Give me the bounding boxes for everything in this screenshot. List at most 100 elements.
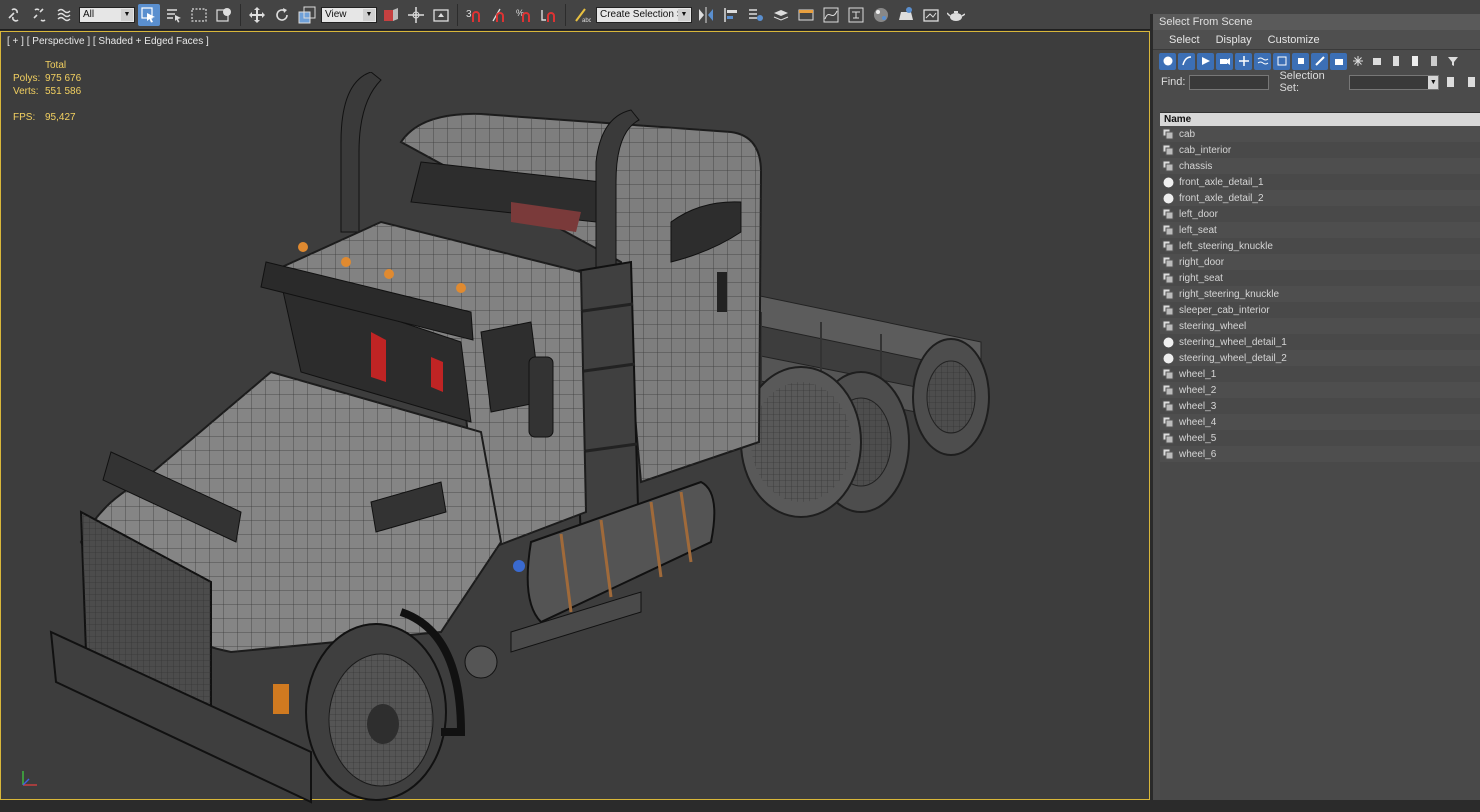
page-icon: [1447, 77, 1455, 87]
material-editor-button[interactable]: [870, 4, 892, 26]
display-all-button[interactable]: [1387, 53, 1404, 70]
list-item-label: cab_interior: [1179, 144, 1232, 156]
percent-snap-icon: %: [516, 8, 530, 22]
hidden-icon: [1372, 58, 1381, 65]
list-item[interactable]: left_steering_knuckle: [1160, 238, 1480, 254]
mesh-object-icon: [1162, 160, 1174, 172]
list-item[interactable]: right_seat: [1160, 270, 1480, 286]
filter-funnel-button[interactable]: [1444, 53, 1461, 70]
menu-customize[interactable]: Customize: [1260, 34, 1328, 46]
filter-lights-button[interactable]: [1197, 52, 1214, 70]
list-item[interactable]: steering_wheel_detail_2: [1160, 350, 1480, 366]
filter-frozen-button[interactable]: [1349, 53, 1366, 70]
list-item[interactable]: left_seat: [1160, 222, 1480, 238]
mesh-object-icon: [1162, 144, 1174, 156]
list-item[interactable]: cab: [1160, 126, 1480, 142]
select-manipulate-button[interactable]: [405, 4, 427, 26]
pivot-icon: [384, 7, 398, 21]
list-item[interactable]: wheel_4: [1160, 414, 1480, 430]
curve-editor-button[interactable]: [820, 4, 842, 26]
angle-snap-button[interactable]: [488, 4, 510, 26]
bone-icon: [1314, 56, 1325, 66]
selection-filter-dropdown[interactable]: All ▼: [79, 6, 135, 23]
stats-total-label: Total: [45, 60, 67, 71]
rotate-tool-button[interactable]: [271, 4, 293, 26]
edit-named-selection-button[interactable]: abc: [571, 4, 593, 26]
keyboard-shortcut-override-button[interactable]: [430, 4, 452, 26]
perspective-viewport[interactable]: [ + ] [ Perspective ] [ Shaded + Edged F…: [0, 31, 1150, 804]
sphere-object-icon: [1162, 336, 1174, 348]
select-object-button[interactable]: [138, 3, 160, 26]
filter-shapes-button[interactable]: [1178, 52, 1195, 70]
bind-spacewarp-button[interactable]: [54, 4, 76, 26]
select-by-name-button[interactable]: [163, 4, 185, 26]
toggle-layer-explorer-button[interactable]: [770, 4, 792, 26]
selection-set-dropdown[interactable]: ▼: [1348, 74, 1440, 90]
list-item[interactable]: chassis: [1160, 158, 1480, 174]
list-item[interactable]: sleeper_cab_interior: [1160, 302, 1480, 318]
list-item[interactable]: cab_interior: [1160, 142, 1480, 158]
menu-display[interactable]: Display: [1208, 34, 1260, 46]
list-select-icon: [167, 8, 181, 22]
mirror-button[interactable]: [695, 4, 717, 26]
viewport-label[interactable]: [ + ] [ Perspective ] [ Shaded + Edged F…: [7, 36, 209, 47]
rectangle-region-button[interactable]: [188, 4, 210, 26]
filter-cameras-button[interactable]: [1216, 52, 1233, 70]
menu-select[interactable]: Select: [1161, 34, 1208, 46]
snaps-toggle-button[interactable]: 3: [463, 4, 485, 26]
percent-snap-button[interactable]: %: [513, 4, 535, 26]
rendered-frame-window-button[interactable]: [920, 4, 942, 26]
list-item[interactable]: wheel_3: [1160, 398, 1480, 414]
filter-geometry-button[interactable]: [1159, 52, 1176, 70]
named-selection-set-dropdown[interactable]: Create Selection Se ▼: [596, 6, 692, 23]
container-icon: [1334, 59, 1343, 65]
filter-containers-button[interactable]: [1330, 52, 1347, 70]
find-input[interactable]: [1189, 74, 1270, 90]
list-item[interactable]: front_axle_detail_1: [1160, 174, 1480, 190]
move-icon: [249, 6, 265, 23]
list-item[interactable]: left_door: [1160, 206, 1480, 222]
filter-spacewarps-button[interactable]: [1254, 52, 1271, 70]
scale-tool-button[interactable]: [296, 4, 318, 26]
move-tool-button[interactable]: [246, 4, 268, 26]
scene-object-list[interactable]: Name cab cab_interior chassis front_axle_de…: [1160, 112, 1480, 800]
list-item[interactable]: right_door: [1160, 254, 1480, 270]
list-item[interactable]: wheel_2: [1160, 382, 1480, 398]
link-tool-button[interactable]: [4, 4, 26, 26]
filter-bones-button[interactable]: [1311, 52, 1328, 70]
dialog-filter-toolbar: [1153, 50, 1480, 72]
align-button[interactable]: [720, 4, 742, 26]
display-none-button[interactable]: [1406, 53, 1423, 70]
material-editor-icon: [874, 7, 888, 22]
list-item[interactable]: wheel_1: [1160, 366, 1480, 382]
list-item[interactable]: steering_wheel_detail_1: [1160, 334, 1480, 350]
filter-helpers-button[interactable]: [1235, 52, 1252, 70]
list-item[interactable]: steering_wheel: [1160, 318, 1480, 334]
edit-selection-set-button[interactable]: [1464, 74, 1480, 91]
toggle-scene-explorer-button[interactable]: [745, 4, 767, 26]
filter-xrefs-button[interactable]: [1292, 52, 1309, 70]
render-setup-button[interactable]: [895, 4, 917, 26]
schematic-view-button[interactable]: [845, 4, 867, 26]
window-crossing-button[interactable]: [213, 4, 235, 26]
pivot-center-button[interactable]: [380, 4, 402, 26]
reference-coordinate-dropdown[interactable]: View ▼: [321, 6, 377, 23]
list-item[interactable]: wheel_5: [1160, 430, 1480, 446]
chevron-down-icon: ▼: [121, 8, 133, 21]
list-item[interactable]: front_axle_detail_2: [1160, 190, 1480, 206]
filter-hidden-button[interactable]: [1368, 53, 1385, 70]
create-selection-set-button[interactable]: [1443, 74, 1459, 91]
render-production-button[interactable]: [945, 4, 967, 26]
spinner-snap-button[interactable]: [538, 4, 560, 26]
display-invert-button[interactable]: [1425, 53, 1442, 70]
scale-icon: [298, 6, 316, 23]
dialog-title[interactable]: Select From Scene: [1153, 14, 1480, 30]
list-item[interactable]: right_steering_knuckle: [1160, 286, 1480, 302]
list-item[interactable]: wheel_6: [1160, 446, 1480, 462]
spinner-snap-icon: [541, 9, 555, 22]
filter-groups-button[interactable]: [1273, 52, 1290, 70]
column-header-name[interactable]: Name: [1160, 113, 1480, 126]
toggle-ribbon-button[interactable]: [795, 4, 817, 26]
unlink-tool-button[interactable]: [29, 4, 51, 26]
scene-explorer-icon: [749, 8, 763, 21]
